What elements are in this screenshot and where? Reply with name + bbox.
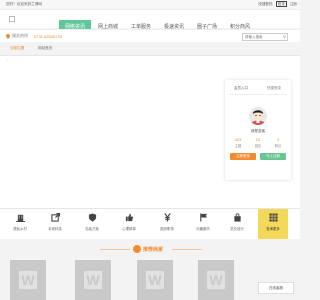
yen-icon: [163, 213, 171, 222]
top-bar: 您好！欢迎来到兰博网 快捷登陆 登录 注册: [0, 0, 300, 10]
user-avatar-icon: [250, 109, 266, 125]
location-pin-icon: [6, 33, 10, 39]
user-stats: 423 主题 12 回应 2 粉丝: [229, 137, 287, 148]
tile-label: 图说职场: [160, 227, 174, 231]
tile-label: 便民乡村: [13, 227, 27, 231]
account-links: 快捷登陆 登录 注册: [256, 1, 297, 7]
flag-icon: [199, 213, 207, 222]
avatar: [249, 107, 267, 125]
tab-quick-login[interactable]: 快捷登录: [267, 86, 281, 91]
stat-fans-label: 粉丝: [274, 144, 282, 148]
building-icon: [15, 214, 25, 222]
welcome-text: 您好！欢迎来到兰博网: [6, 2, 42, 6]
quick-login-link[interactable]: 快捷登陆: [258, 2, 272, 6]
online-service-button[interactable]: 在线客服: [258, 282, 294, 294]
location-bar: 服务热线 0731-82340733 ⚲: [0, 29, 300, 42]
tile-fun[interactable]: 乐趣魔坊: [188, 209, 218, 239]
header: 网络资讯 网上商城 工单服务 极速资讯 圈子广场 积分商风: [0, 10, 300, 34]
tile-label: 本来科技: [48, 227, 62, 231]
stat-topics-label: 主题: [234, 144, 242, 148]
merchant-thumbnail[interactable]: W: [198, 260, 234, 300]
tile-label: 乐趣魔坊: [196, 227, 210, 231]
stat-fans-value: 2: [276, 137, 280, 142]
merchant-thumbnail[interactable]: W: [10, 260, 46, 300]
placeholder-logo: W: [84, 271, 102, 289]
tile-stories[interactable]: 心理故事: [114, 209, 144, 239]
placeholder-logo: W: [207, 271, 225, 289]
register-button[interactable]: 马上注册: [260, 153, 286, 160]
stat-topics: 423 主题: [229, 137, 247, 148]
tab-divider: [229, 94, 287, 95]
hotline-label: 服务热线: [12, 33, 28, 38]
breadcrumb-home[interactable]: 当前位置: [10, 46, 24, 51]
user-card: 会员入口 快捷登录 我是游客 423 主题 12 回应 2 粉丝 立即登录 马上…: [225, 80, 291, 180]
divider-right: [172, 249, 202, 250]
user-name: 我是游客: [250, 129, 266, 133]
bag-icon: [233, 213, 241, 222]
hotline-number: 0731-82340733: [34, 33, 63, 39]
stat-topics-value: 423: [234, 137, 242, 142]
tile-label: 农业技行: [230, 227, 244, 231]
search-icon[interactable]: ⚲: [283, 34, 286, 39]
user-card-actions: 立即登录 马上注册: [230, 153, 286, 160]
search-input[interactable]: [243, 34, 281, 40]
logo[interactable]: [9, 16, 15, 22]
grid-icon: [268, 213, 278, 222]
merchant-thumbnail[interactable]: W: [75, 260, 111, 300]
external-link-icon: [50, 213, 60, 222]
login-button[interactable]: 立即登录: [230, 153, 256, 160]
breadcrumb: 当前位置 网站首页: [0, 43, 300, 52]
category-tiles: 便民乡村 本来科技 包装方案 心理故事 图说职场 乐趣魔坊 农业技行 查询更多: [0, 208, 300, 240]
tile-more[interactable]: 查询更多: [258, 209, 288, 239]
recommend-title: 推荐商家: [143, 246, 164, 253]
tile-workplace[interactable]: 图说职场: [152, 209, 182, 239]
placeholder-logo: W: [19, 271, 37, 289]
thumbs-icon: [125, 213, 133, 222]
register-link[interactable]: 注册: [290, 2, 297, 6]
breadcrumb-current: 网站首页: [38, 46, 53, 50]
shield-icon: [88, 213, 96, 222]
search-box: ⚲: [242, 33, 288, 41]
stat-replies-label: 回应: [254, 144, 262, 148]
tile-label: 包装方案: [85, 227, 99, 231]
stat-fans: 2 粉丝: [269, 137, 287, 148]
recommend-heading: 推荐商家: [133, 245, 163, 253]
login-link[interactable]: 登录: [275, 1, 287, 7]
stat-replies-value: 12: [255, 137, 261, 142]
divider-left: [100, 249, 130, 250]
merchant-thumbnail[interactable]: W: [137, 260, 173, 300]
hotline: 服务热线 0731-82340733: [6, 33, 62, 39]
tile-label: 查询更多: [266, 227, 280, 231]
tile-tech[interactable]: 本来科技: [40, 209, 70, 239]
placeholder-logo: W: [146, 271, 164, 289]
tile-packaging[interactable]: 包装方案: [77, 209, 107, 239]
tile-label: 心理故事: [122, 227, 136, 231]
stat-replies: 12 回应: [249, 137, 267, 148]
user-card-tabs: 会员入口 快捷登录: [225, 80, 291, 96]
tab-member[interactable]: 会员入口: [234, 86, 248, 91]
location-pin-icon: [133, 245, 141, 253]
carousel-prev-icon[interactable]: ‹: [6, 58, 8, 64]
tile-agri[interactable]: 农业技行: [222, 209, 252, 239]
tile-rural[interactable]: 便民乡村: [5, 209, 35, 239]
